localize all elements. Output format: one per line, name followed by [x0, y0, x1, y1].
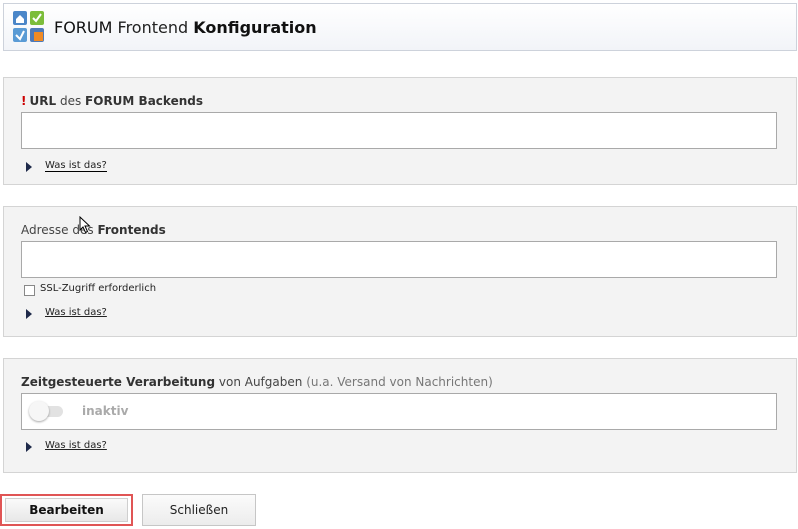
edit-button-label: Bearbeiten — [5, 498, 128, 522]
close-button[interactable]: Schließen — [142, 494, 256, 526]
mouse-cursor-icon — [79, 216, 91, 234]
frontend-address-label: Adresse des Frontends — [21, 223, 166, 237]
edit-button[interactable]: Bearbeiten — [0, 494, 133, 526]
expand-triangle-icon — [26, 442, 32, 452]
page-title: FORUM Frontend Konfiguration — [54, 18, 317, 37]
scheduled-processing-field: inaktiv — [21, 393, 777, 430]
help-link[interactable]: Was ist das? — [45, 440, 107, 451]
help-link[interactable]: Was ist das? — [45, 160, 107, 172]
toggle-switch[interactable] — [29, 401, 49, 421]
help-link[interactable]: Was ist das? — [45, 307, 107, 318]
backend-url-input[interactable] — [21, 112, 777, 149]
backend-url-section: ! URL des FORUM Backends Was ist das? — [3, 77, 797, 185]
ssl-required-checkbox[interactable] — [24, 285, 35, 296]
required-mark: ! — [21, 94, 27, 108]
expand-triangle-icon — [26, 309, 32, 319]
frontend-address-section: Adresse des Frontends SSL-Zugriff erford… — [3, 206, 797, 337]
page-header: FORUM Frontend Konfiguration — [3, 3, 797, 51]
backend-url-label: ! URL des FORUM Backends — [21, 94, 203, 108]
expand-triangle-icon — [26, 162, 32, 172]
toggle-state-label: inaktiv — [82, 404, 129, 418]
ssl-required-label: SSL-Zugriff erforderlich — [40, 283, 157, 294]
frontend-address-input[interactable] — [21, 241, 777, 278]
scheduled-processing-label: Zeitgesteuerte Verarbeitung von Aufgaben… — [21, 375, 493, 389]
forum-app-icon — [13, 11, 44, 42]
scheduled-processing-section: Zeitgesteuerte Verarbeitung von Aufgaben… — [3, 358, 797, 473]
